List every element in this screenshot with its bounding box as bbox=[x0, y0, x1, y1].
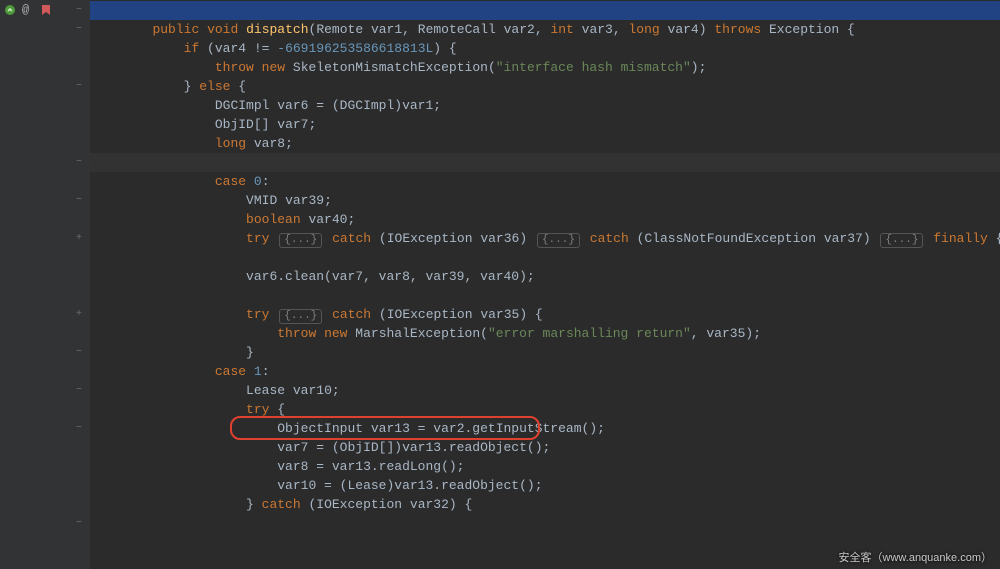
code-line[interactable]: case 1: bbox=[90, 343, 1000, 362]
code-line[interactable]: Lease var10; bbox=[90, 362, 1000, 381]
code-line[interactable]: throw new SkeletonMismatchException("int… bbox=[90, 39, 1000, 58]
fold-toggle-icon[interactable]: − bbox=[74, 6, 84, 16]
code-line[interactable]: try {...} catch (IOException var35) { bbox=[90, 286, 1000, 305]
code-editor[interactable]: public void dispatch(Remote var1, Remote… bbox=[90, 0, 1000, 569]
editor-gutter: @ − − − − − + + − − − − bbox=[0, 0, 90, 569]
gutter-top-icons: @ bbox=[0, 0, 56, 20]
fold-toggle-icon[interactable]: + bbox=[74, 310, 84, 320]
code-line[interactable]: var10 = (Lease)var13.readObject(); bbox=[90, 457, 1000, 476]
override-method-icon[interactable] bbox=[4, 4, 16, 16]
watermark-text: 安全客（www.anquanke.com） bbox=[839, 551, 992, 565]
fold-toggle-icon[interactable]: − bbox=[74, 158, 84, 168]
token-keyword: catch bbox=[262, 497, 301, 512]
code-line[interactable]: boolean var40; bbox=[90, 191, 1000, 210]
fold-toggle-icon[interactable]: − bbox=[74, 386, 84, 396]
code-line[interactable]: } catch (IOException var32) { bbox=[90, 476, 1000, 495]
code-line[interactable]: public void dispatch(Remote var1, Remote… bbox=[90, 1, 1000, 20]
code-line[interactable]: var8 = var13.readLong(); bbox=[90, 438, 1000, 457]
code-line[interactable]: try {...} catch (IOException var36) {...… bbox=[90, 210, 1000, 229]
annotation-icon[interactable]: @ bbox=[22, 4, 34, 16]
code-line[interactable]: } else { bbox=[90, 58, 1000, 77]
fold-toggle-icon[interactable]: − bbox=[74, 424, 84, 434]
code-line[interactable]: switch(var3) { bbox=[90, 134, 1000, 153]
code-line[interactable]: DGCImpl var6 = (DGCImpl)var1; bbox=[90, 77, 1000, 96]
code-line[interactable]: case 0: bbox=[90, 153, 1000, 172]
fold-toggle-icon[interactable]: − bbox=[74, 196, 84, 206]
fold-toggle-icon[interactable]: − bbox=[74, 348, 84, 358]
code-line-blank[interactable] bbox=[90, 229, 1000, 248]
fold-toggle-icon[interactable]: − bbox=[74, 519, 84, 529]
indent bbox=[121, 497, 246, 512]
code-line[interactable]: ObjectInput var13 = var2.getInputStream(… bbox=[90, 400, 1000, 419]
bookmark-icon[interactable] bbox=[40, 4, 52, 16]
fold-toggle-icon[interactable]: + bbox=[74, 234, 84, 244]
fold-toggle-icon[interactable]: − bbox=[74, 82, 84, 92]
code-line[interactable]: var6.clean(var7, var8, var39, var40); bbox=[90, 248, 1000, 267]
token-text: (IOException var32) { bbox=[301, 497, 473, 512]
code-line[interactable]: ObjID[] var7; bbox=[90, 96, 1000, 115]
token-text: } bbox=[246, 497, 262, 512]
code-line-blank[interactable] bbox=[90, 267, 1000, 286]
fold-toggle-icon[interactable]: − bbox=[74, 25, 84, 35]
code-line[interactable]: throw new MarshalException("error marsha… bbox=[90, 305, 1000, 324]
code-line-highlighted[interactable]: var7 = (ObjID[])var13.readObject(); bbox=[90, 419, 1000, 438]
fold-column: − − − − − + + − − − − bbox=[74, 0, 86, 569]
code-line[interactable]: long var8; bbox=[90, 115, 1000, 134]
code-line[interactable]: } bbox=[90, 324, 1000, 343]
code-line[interactable]: if (var4 != -669196253586618813L) { bbox=[90, 20, 1000, 39]
code-line[interactable]: VMID var39; bbox=[90, 172, 1000, 191]
code-line[interactable]: try { bbox=[90, 381, 1000, 400]
